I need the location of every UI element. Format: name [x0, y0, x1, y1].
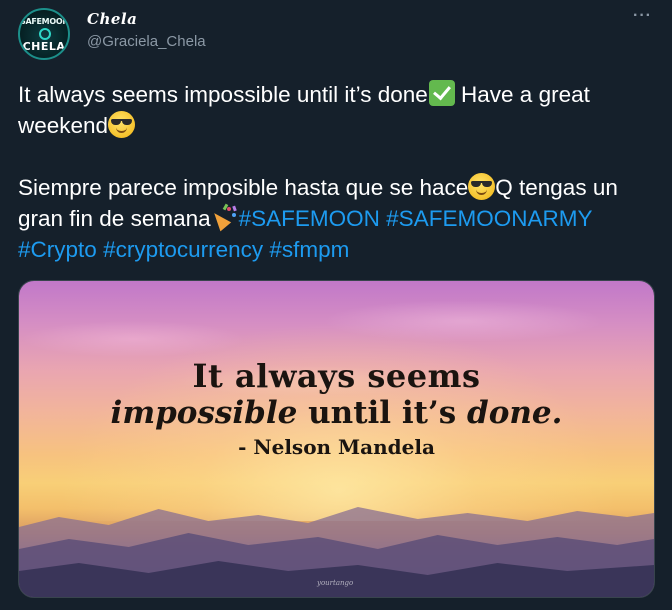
hashtag-link[interactable]: #sfmpm — [269, 237, 349, 262]
avatar-text-bottom: CHELA — [22, 40, 66, 53]
quote-line-1: It always seems — [192, 357, 481, 395]
hashtag-link[interactable]: #SAFEMOONARMY — [386, 206, 592, 231]
tweet-paragraph-english: It always seems impossible until it’s do… — [18, 79, 658, 141]
tweet-image[interactable]: It always seems impossible until it’s do… — [18, 280, 655, 598]
avatar-logo-icon — [39, 28, 51, 40]
quote-line-2: impossible until it’s done. — [19, 395, 654, 431]
quote-attribution: - Nelson Mandela — [238, 435, 435, 459]
tweet-paragraph-spanish: Siempre parece imposible hasta que se ha… — [18, 172, 658, 265]
tweet: SAFEMOON CHELA Chela @Graciela_Chela ···… — [0, 0, 672, 610]
author-name[interactable]: Chela — [87, 10, 137, 28]
sunglasses-face-icon — [108, 111, 136, 138]
tweet-text-line2: Siempre parece imposible hasta que se ha… — [18, 175, 469, 200]
hashtag-link[interactable]: #cryptocurrency — [103, 237, 263, 262]
author-handle[interactable]: @Graciela_Chela — [87, 33, 206, 50]
hashtag-link[interactable]: #Crypto — [18, 237, 97, 262]
tweet-text-line1: It always seems impossible until it’s do… — [18, 82, 428, 107]
quote-emphasis-2: done. — [467, 395, 563, 431]
quote-middle: until it’s — [297, 395, 468, 431]
sunglasses-face-icon — [468, 173, 496, 200]
watermark: yourtango — [317, 579, 354, 587]
avatar-text-top: SAFEMOON — [20, 17, 69, 26]
quote-emphasis: impossible — [110, 395, 298, 431]
hashtag-link[interactable]: #SAFEMOON — [239, 206, 380, 231]
check-mark-icon — [428, 80, 455, 106]
avatar[interactable]: SAFEMOON CHELA — [18, 8, 70, 60]
tweet-text: It always seems impossible until it’s do… — [18, 79, 658, 265]
more-horizontal-icon[interactable]: ··· — [633, 8, 655, 24]
party-popper-icon — [208, 203, 239, 232]
